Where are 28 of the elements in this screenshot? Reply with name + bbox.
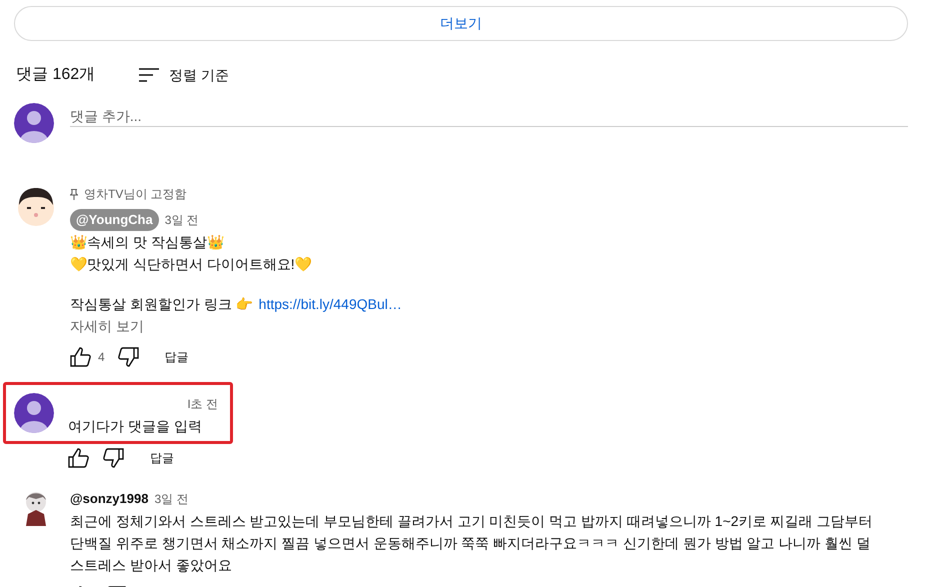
reply-button[interactable]: 답글 (148, 449, 176, 467)
comment-time[interactable]: 3일 전 (154, 490, 188, 508)
comment-text: 👑속세의 맛 작심통살👑 💛맛있게 식단하면서 다이어트해요!💛 (70, 233, 313, 274)
sort-button[interactable]: 정렬 기준 (139, 64, 230, 86)
pin-icon (70, 188, 78, 200)
avatar-icon (14, 103, 54, 143)
comment-text: 작심통살 회원할인가 링크 👉 (70, 295, 253, 314)
reply-button[interactable]: 답글 (162, 348, 191, 366)
thumbs-down-icon[interactable] (116, 347, 139, 367)
comment-link[interactable]: https://bit.ly/449QBul… (258, 293, 402, 315)
avatar-icon (14, 393, 54, 433)
more-button[interactable]: 더보기 (14, 6, 908, 41)
comment-time[interactable]: I초 전 (187, 395, 218, 413)
comment-input[interactable]: 댓글 추가... (70, 105, 908, 127)
cartoon-face-avatar (16, 187, 56, 227)
comment-count: 댓글 162개 (16, 65, 96, 85)
pinned-label: 영차TV님이 고정함 (84, 186, 187, 203)
sort-icon (139, 68, 160, 82)
author-name[interactable]: @sonzy1998 (70, 489, 148, 509)
thumbs-up-icon[interactable] (68, 448, 90, 468)
comment-text: 최근에 정체기와서 스트레스 받고있는데 부모님한테 끌려가서 고기 미친듯이 먹고 밥까지 때려넣으니까 1~2키로 찌길래 그담부터 단백질 위주로 챙기면서 채소까지 찔끔 넣으면서 운동해주니까 쭉쭉 빠지더라구요ㅋㅋㅋ 신기한데 뭔가 방법 알고 나니까 훨씬 덜 스트레스 받아서 좋았어요 (70, 512, 874, 575)
like-count: 4 (98, 349, 105, 366)
thumbs-up-icon[interactable] (70, 347, 92, 367)
read-more-link[interactable]: 자세히 보기 (70, 315, 144, 337)
thumbs-down-icon[interactable] (102, 448, 124, 468)
comment-text: 여기다가 댓글을 입력 (68, 417, 203, 436)
comment-time[interactable]: 3일 전 (164, 211, 199, 229)
author-name[interactable]: @YoungCha (70, 209, 159, 231)
